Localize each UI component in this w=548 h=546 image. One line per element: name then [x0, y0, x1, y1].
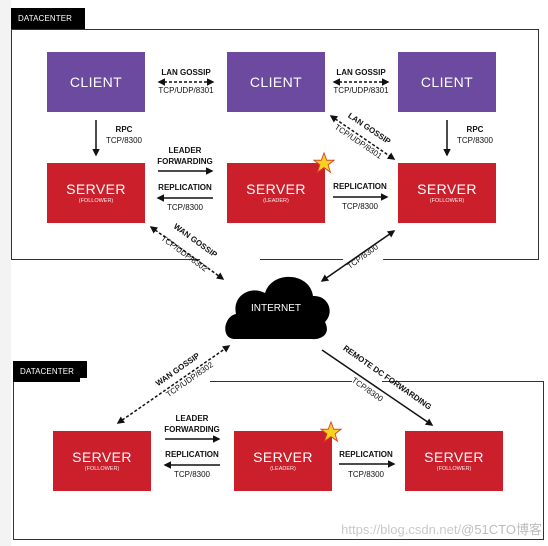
rpc-1-label: RPC: [115, 125, 133, 134]
node-title: CLIENT: [420, 74, 474, 90]
dc2-server-follower-1[interactable]: SERVER (FOLLOWER): [53, 431, 151, 491]
node-role: (LEADER): [263, 198, 289, 204]
leader-star-icon: [313, 152, 335, 174]
dc1-replication-left-label: REPLICATION: [158, 183, 212, 192]
lan-gossip-2-label: LAN GOSSIP: [336, 68, 386, 77]
watermark: https://blog.csdn.net/@51CTO博客: [341, 519, 542, 538]
dc2-leader-forwarding-label-line1: LEADER: [175, 414, 209, 423]
node-role: (FOLLOWER): [436, 466, 472, 472]
dc2-replication-left-label: REPLICATION: [165, 450, 219, 459]
dc1-leader-forwarding-label-line1: LEADER: [168, 146, 202, 155]
internet-label: INTERNET: [251, 303, 301, 314]
dc1-client-1[interactable]: CLIENT: [47, 52, 145, 112]
node-role: (LEADER): [270, 466, 296, 472]
node-title: CLIENT: [249, 74, 303, 90]
leader-star-icon: [320, 421, 342, 443]
dc2-leader-forwarding-label-line2: FORWARDING: [164, 425, 220, 434]
node-title: SERVER: [66, 181, 126, 197]
dc1-server-follower-2[interactable]: SERVER (FOLLOWER): [398, 163, 496, 223]
node-title: CLIENT: [69, 74, 123, 90]
dc1-server-leader[interactable]: SERVER (LEADER): [227, 163, 325, 223]
rpc-2-label: RPC: [466, 125, 484, 134]
node-role: (FOLLOWER): [429, 198, 465, 204]
dc1-leader-forwarding-label-line2: FORWARDING: [157, 157, 213, 166]
dc2-server-follower-2[interactable]: SERVER (FOLLOWER): [405, 431, 503, 491]
dc1-replication-right-label: REPLICATION: [333, 182, 387, 191]
remote-dc-forwarding-arrow: [321, 349, 434, 426]
node-title: SERVER: [417, 181, 477, 197]
dc2-replication-right-label: REPLICATION: [339, 450, 393, 459]
rpc-2-port: TCP/8300: [456, 136, 494, 145]
dc1-replication-left-port: TCP/8300: [166, 203, 204, 212]
lan-gossip-1-label: LAN GOSSIP: [161, 68, 211, 77]
watermark-brand: @51CTO博客: [461, 522, 542, 537]
dc2-replication-left-port: TCP/8300: [173, 470, 211, 479]
node-title: SERVER: [246, 181, 306, 197]
dc1-client-3[interactable]: CLIENT: [398, 52, 496, 112]
node-role: (FOLLOWER): [84, 466, 120, 472]
lan-gossip-1-port: TCP/UDP/8301: [158, 86, 214, 95]
node-title: SERVER: [72, 449, 132, 465]
dc1-server-follower-1[interactable]: SERVER (FOLLOWER): [47, 163, 145, 223]
lan-gossip-2-port: TCP/UDP/8301: [333, 86, 389, 95]
node-title: SERVER: [424, 449, 484, 465]
dc1-client-2[interactable]: CLIENT: [227, 52, 325, 112]
rpc-1-port: TCP/8300: [105, 136, 143, 145]
node-title: SERVER: [253, 449, 313, 465]
dc1-replication-right-port: TCP/8300: [341, 202, 379, 211]
watermark-url: https://blog.csdn.net/: [341, 522, 462, 537]
dc2-server-leader[interactable]: SERVER (LEADER): [234, 431, 332, 491]
dc2-replication-right-port: TCP/8300: [347, 470, 385, 479]
node-role: (FOLLOWER): [78, 198, 114, 204]
